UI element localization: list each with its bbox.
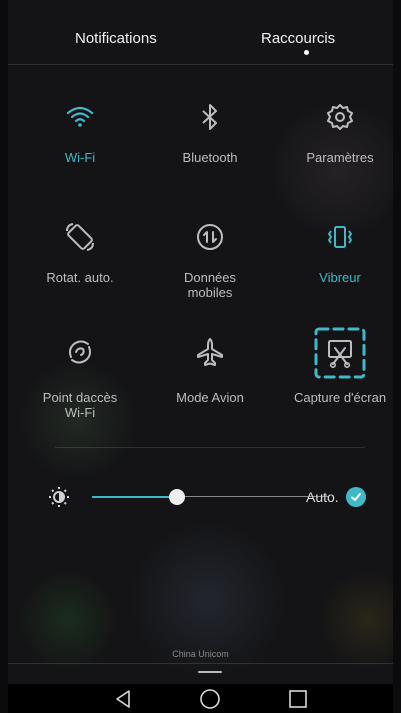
tile-label: Mode Avion [176, 390, 244, 405]
screenshot-icon [280, 327, 400, 379]
home-icon [200, 688, 220, 709]
shade-header: Notifications Raccourcis [8, 0, 393, 64]
mobile-data-icon [150, 220, 270, 254]
bottom-divider [8, 663, 393, 664]
tile-label: Rotat. auto. [46, 270, 114, 285]
auto-brightness-label: Auto. [306, 489, 339, 505]
brightness-icon [48, 486, 70, 508]
tab-notifications[interactable]: Notifications [75, 30, 157, 47]
tile-label: Point daccès Wi-Fi [42, 390, 118, 420]
tab-shortcuts[interactable]: Raccourcis [261, 30, 335, 47]
brightness-row: Auto. [40, 480, 380, 514]
hotspot-icon [20, 335, 140, 369]
check-icon [351, 493, 361, 501]
brightness-slider-thumb[interactable] [168, 489, 185, 505]
home-button[interactable] [190, 684, 230, 713]
navigation-bar [8, 684, 393, 713]
brightness-divider [55, 447, 365, 448]
rotate-icon [20, 220, 140, 254]
recents-icon [289, 689, 307, 708]
carrier-label: China Unicom [172, 649, 229, 659]
auto-brightness-checkbox[interactable] [346, 487, 366, 507]
gear-icon [280, 100, 400, 134]
vibrate-icon [280, 220, 400, 254]
airplane-icon [150, 335, 270, 369]
recents-button[interactable] [278, 684, 318, 713]
tile-label: Wi-Fi [64, 150, 96, 165]
active-tab-indicator [304, 50, 309, 55]
back-button[interactable] [103, 684, 143, 713]
tile-label: Paramètres [306, 150, 374, 165]
back-icon [116, 689, 130, 708]
header-divider [8, 64, 393, 65]
bluetooth-icon [150, 100, 270, 134]
tile-label: Bluetooth [182, 150, 238, 165]
brightness-track-filled [92, 496, 177, 498]
wifi-icon [20, 100, 140, 134]
tile-label: Vibreur [319, 270, 361, 285]
tile-label: Données mobiles [183, 270, 237, 300]
shade-drag-handle[interactable] [198, 671, 222, 673]
tile-label: Capture d'écran [293, 390, 387, 405]
